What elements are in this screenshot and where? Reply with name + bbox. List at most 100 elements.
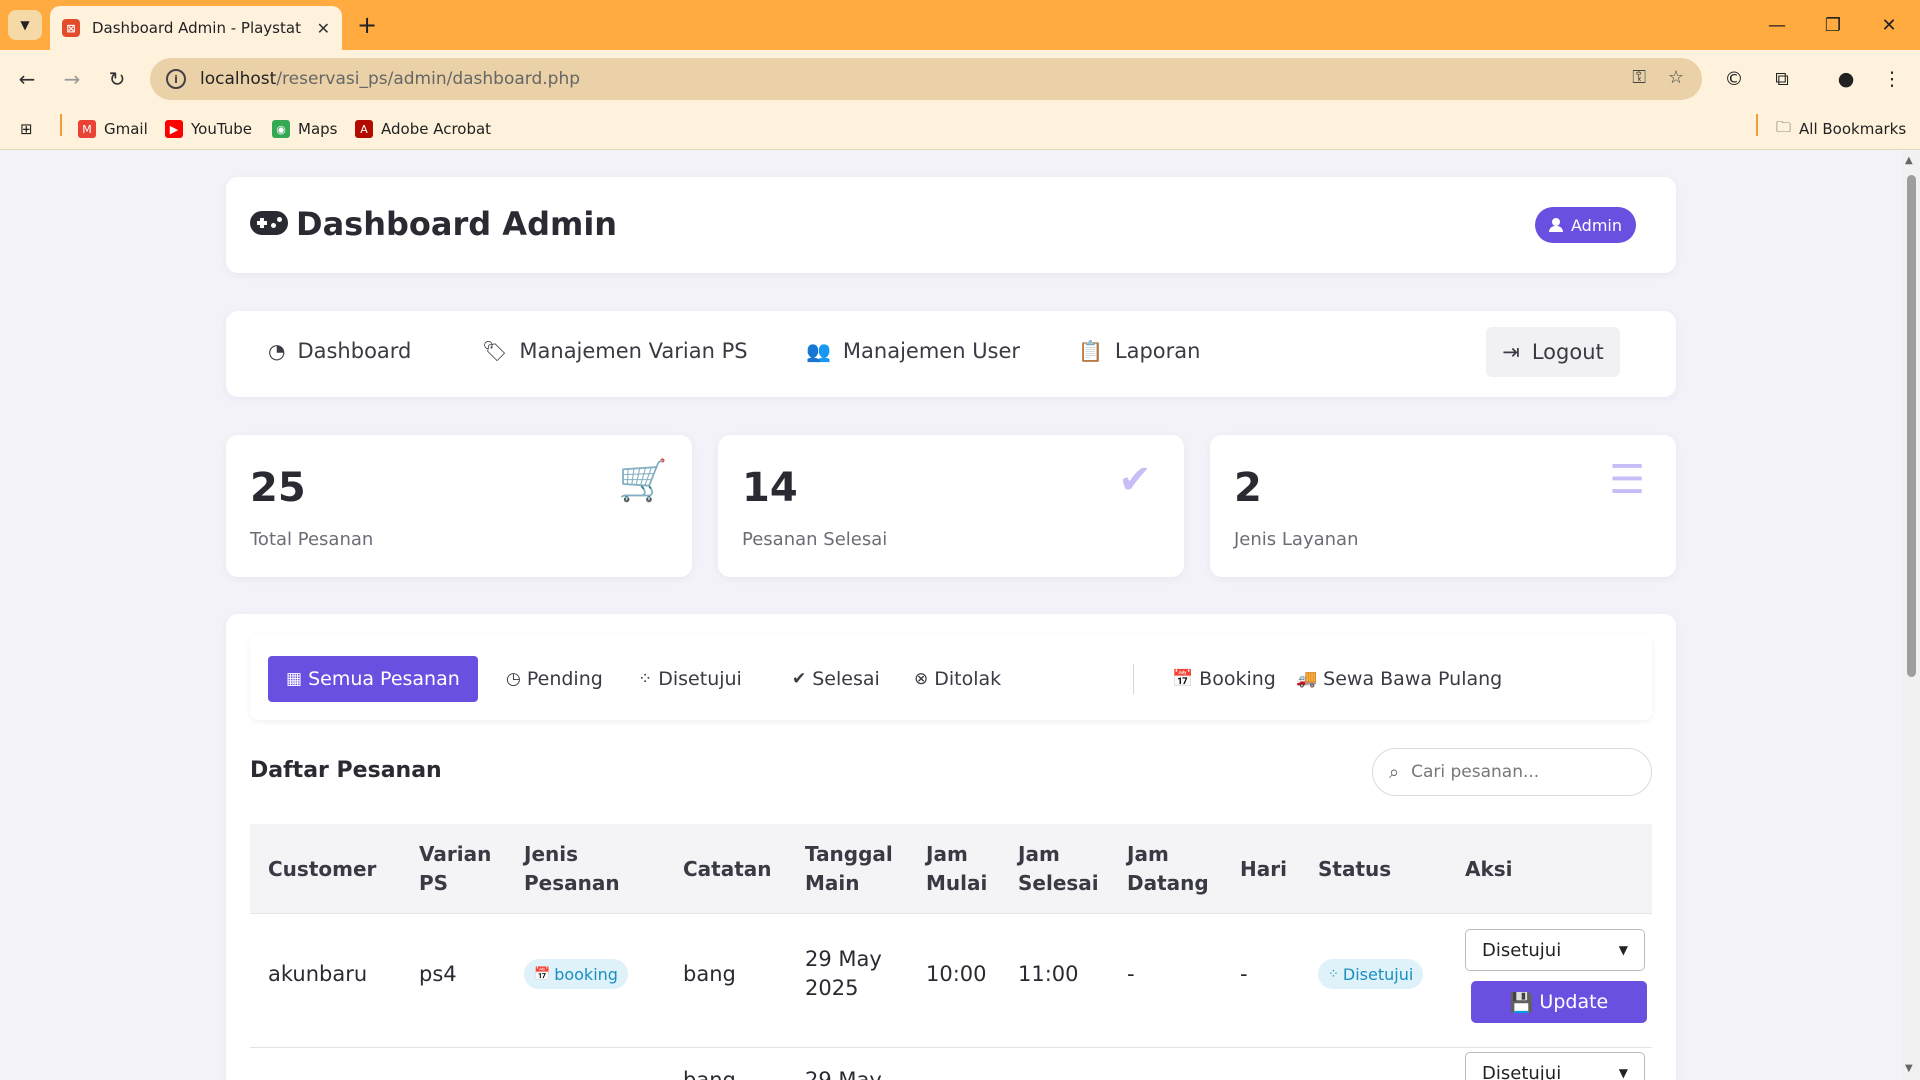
filter-booking[interactable]: 📅 Booking [1154,656,1294,702]
filter-ditolak[interactable]: ⊗ Ditolak [896,656,1019,702]
browser-toolbar: ← → ↻ i localhost/reservasi_ps/admin/das… [0,50,1920,108]
stat-label: Pesanan Selesai [742,529,888,550]
browser-tab[interactable]: ⊠ Dashboard Admin - Playstation ✕ [50,6,342,50]
filter-pending[interactable]: ◷ Pending [488,656,621,702]
scroll-down-icon[interactable]: ▼ [1905,1063,1913,1074]
new-tab-icon[interactable]: + [352,10,382,40]
col-tanggal-main: Tanggal Main [805,842,893,895]
address-bar[interactable]: i localhost/reservasi_ps/admin/dashboard… [150,58,1702,100]
apps-grid-icon[interactable]: ⊞ [20,117,33,141]
cell-customer: akunbaru [268,961,368,986]
bookmark-gmail[interactable]: M Gmail [78,117,148,141]
bookmark-label: Adobe Acrobat [381,120,492,138]
col-jenis-pesanan: Jenis Pesanan [524,842,620,895]
status-badge: ⁘ Disetujui [1318,959,1424,989]
all-bookmarks[interactable]: 🗀 All Bookmarks [1776,117,1906,141]
nav-dashboard[interactable]: ◔ Dashboard [268,339,411,363]
stat-label: Total Pesanan [250,529,374,550]
nav-label: Laporan [1114,339,1201,363]
admin-badge: Admin [1535,207,1636,243]
stat-card-pesanan-selesai: 14 Pesanan Selesai ✔ [718,435,1184,577]
bookmark-star-icon[interactable]: ☆ [1668,67,1684,88]
filter-disetujui[interactable]: ⁘ Disetujui [620,656,760,702]
stat-value: 25 [250,465,306,511]
filter-selesai[interactable]: ✔ Selesai [774,656,898,702]
all-bookmarks-label: All Bookmarks [1799,120,1907,138]
jenis-badge-label: booking [554,964,618,984]
col-varian-ps: Varian PS [419,842,492,895]
cell-tanggal: 29 May [805,1067,882,1080]
back-icon[interactable]: ← [12,64,42,94]
extensions-puzzle-icon[interactable]: ⧉ [1766,63,1798,95]
cell-varian: ps4 [419,961,457,986]
browser-tab-bar: ▼ ⊠ Dashboard Admin - Playstation ✕ + — … [0,0,1920,50]
stat-card-jenis-layanan: 2 Jenis Layanan ☰ [1210,435,1676,577]
chevron-down-icon: ▼ [1618,1066,1628,1080]
row-divider [250,1047,1652,1048]
close-tab-icon[interactable]: ✕ [317,19,330,38]
logout-icon: ⇥ [1502,340,1520,364]
minimize-icon[interactable]: — [1762,10,1792,40]
header-card: Dashboard Admin Admin [226,177,1676,273]
tab-search-dropdown-icon[interactable]: ▼ [8,10,42,40]
gmail-icon: M [78,120,96,138]
password-key-icon[interactable]: ⚿ [1632,67,1646,88]
page-title: Dashboard Admin [296,205,618,243]
cell-catatan: bang [683,1067,736,1080]
extension-c-icon[interactable]: © [1718,63,1750,95]
filter-label: Booking [1199,668,1276,690]
update-button[interactable]: 💾 Update [1471,981,1647,1023]
bookmark-adobe-acrobat[interactable]: A Adobe Acrobat [355,117,491,141]
reload-icon[interactable]: ↻ [102,64,132,94]
nav-label: Manajemen Varian PS [519,339,748,363]
status-select-value: Disetujui [1482,1062,1562,1080]
status-select-value: Disetujui [1482,939,1562,961]
cell-jam-mulai: 10:00 [926,961,987,986]
admin-badge-label: Admin [1571,215,1622,235]
search-box[interactable]: ⌕ [1372,748,1652,796]
profile-avatar-icon[interactable]: ● [1830,63,1862,95]
bookmark-label: Maps [298,120,338,138]
page-scrollbar[interactable]: ▲ ▼ [1902,151,1920,1080]
nav-manajemen-varian-ps[interactable]: 🏷 Manajemen Varian PS [482,339,748,363]
cart-icon: 🛒 [618,457,668,504]
table-header: Customer Varian PS Jenis Pesanan Catatan… [250,824,1652,914]
tab-title: Dashboard Admin - Playstation [92,19,302,37]
forward-icon[interactable]: → [57,64,87,94]
check-circle-icon: ✔ [1118,457,1152,503]
youtube-icon: ▶ [165,120,183,138]
check-circle-icon: ✔ [792,669,807,689]
bookmark-maps[interactable]: ◉ Maps [272,117,337,141]
col-hari: Hari [1240,856,1287,881]
cell-hari: - [1240,961,1248,986]
calendar-check-icon: 📅 [1172,669,1194,689]
close-window-icon[interactable]: ✕ [1874,10,1904,40]
restore-icon[interactable]: ❐ [1818,10,1848,40]
cell-catatan: bang [683,961,736,986]
status-select[interactable]: Disetujui ▼ [1465,929,1645,971]
list-icon: ☰ [1609,457,1645,503]
chevron-down-icon: ▼ [1618,943,1628,957]
status-select[interactable]: Disetujui ▼ [1465,1052,1645,1080]
col-jam-datang: Jam Datang [1127,842,1209,895]
search-icon: ⌕ [1389,761,1400,783]
scroll-up-icon[interactable]: ▲ [1905,155,1913,166]
folder-icon: 🗀 [1776,117,1792,136]
nav-manajemen-user[interactable]: 👥 Manajemen User [806,339,1020,363]
logout-button[interactable]: ⇥ Logout [1486,327,1620,377]
site-info-icon[interactable]: i [166,69,186,89]
filter-sewa-bawa-pulang[interactable]: 🚚 Sewa Bawa Pulang [1278,656,1520,702]
list-title: Daftar Pesanan [250,758,442,783]
maps-icon: ◉ [272,120,290,138]
col-status: Status [1318,856,1392,881]
cell-jam-datang: - [1127,961,1135,986]
search-input[interactable] [1411,762,1622,782]
filter-semua-pesanan[interactable]: ▦ Semua Pesanan [268,656,478,702]
cell-status: ⁘ Disetujui [1318,921,1424,1027]
col-aksi: Aksi [1465,856,1513,881]
cell-jam-selesai: 11:00 [1018,961,1079,986]
scrollbar-thumb[interactable] [1907,175,1916,677]
bookmark-youtube[interactable]: ▶ YouTube [165,117,252,141]
nav-laporan[interactable]: 📋 Laporan [1078,339,1200,363]
menu-kebab-icon[interactable]: ⋮ [1876,63,1908,95]
